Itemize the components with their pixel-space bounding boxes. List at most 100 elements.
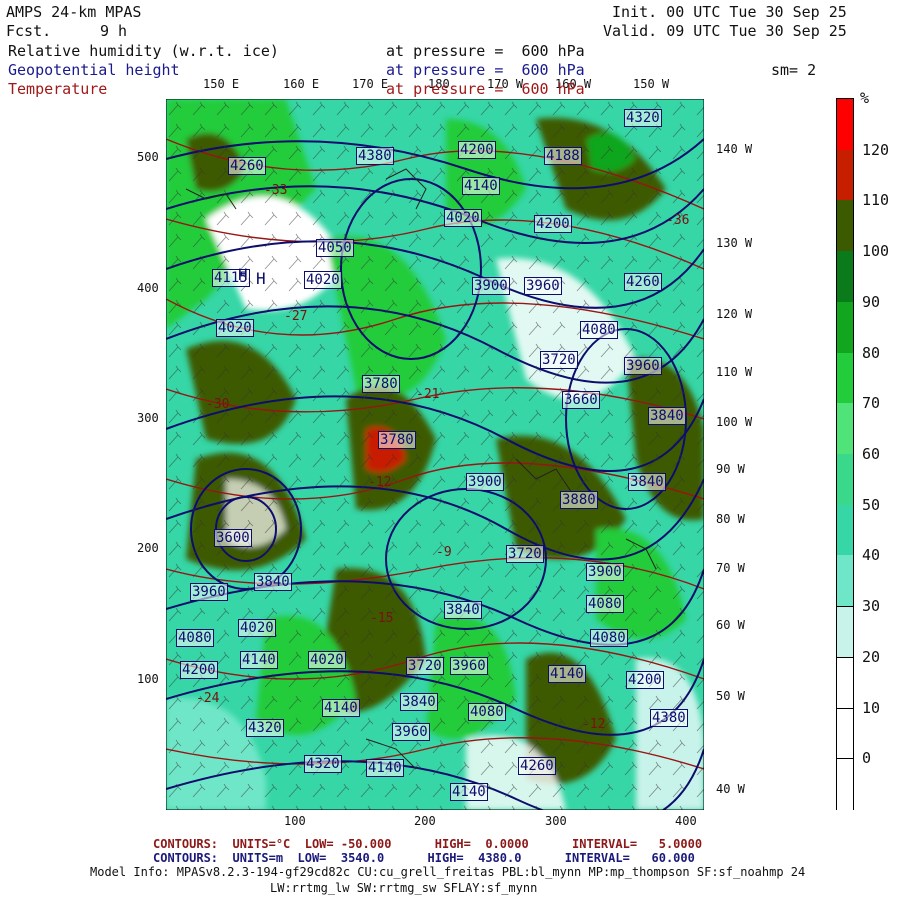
colorbar-segment xyxy=(837,606,853,659)
height-label: 4140 xyxy=(240,651,278,669)
lon-label-top: 150 E xyxy=(203,77,240,91)
high-pressure-marker: H xyxy=(238,265,248,284)
colorbar-segment xyxy=(837,301,853,354)
height-label: 4200 xyxy=(534,215,572,233)
field-temp-level: at pressure = 600 hPa xyxy=(386,80,585,98)
colorbar-label: 80 xyxy=(862,343,881,362)
height-label: 4050 xyxy=(316,239,354,257)
height-label: 4020 xyxy=(238,619,276,637)
height-label: 4080 xyxy=(176,629,214,647)
colorbar-label: 110 xyxy=(862,191,890,210)
height-label: 3900 xyxy=(586,563,624,581)
height-label: 3960 xyxy=(392,723,430,741)
lon-label-right: 70 W xyxy=(716,561,745,575)
height-label: 3880 xyxy=(560,491,598,509)
lon-label-right: 120 W xyxy=(716,307,753,321)
height-label: 4320 xyxy=(246,719,284,737)
x-tick-label: 400 xyxy=(675,814,697,828)
height-label: 3900 xyxy=(466,473,504,491)
height-label: 4020 xyxy=(216,319,254,337)
colorbar-label: 40 xyxy=(862,546,881,565)
height-label: 3780 xyxy=(378,431,416,449)
fcst-value: 9 h xyxy=(100,22,128,40)
height-label: 4080 xyxy=(586,595,624,613)
height-label: 4140 xyxy=(366,759,404,777)
height-contour-info: CONTOURS: UNITS=m LOW= 3540.0 HIGH= 4380… xyxy=(153,851,695,865)
colorbar-label: 60 xyxy=(862,445,881,463)
height-label: 3720 xyxy=(406,657,444,675)
height-label: 4080 xyxy=(468,703,506,721)
y-tick-label: 500 xyxy=(137,150,159,164)
lon-label-top: 170 E xyxy=(352,77,389,91)
height-label: 4140 xyxy=(462,177,500,195)
height-label: 3840 xyxy=(628,473,666,491)
colorbar-segment xyxy=(837,707,853,760)
height-label: 4320 xyxy=(624,109,662,127)
colorbar-label: 10 xyxy=(862,698,881,717)
height-label: 4260 xyxy=(624,273,662,291)
temperature-label: -21 xyxy=(416,387,440,402)
model-info-2: LW:rrtmg_lw SW:rrtmg_sw SFLAY:sf_mynn xyxy=(270,881,538,895)
height-label: 3720 xyxy=(540,351,578,369)
height-label: 4260 xyxy=(518,757,556,775)
height-label: 4020 xyxy=(304,271,342,289)
x-tick-label: 300 xyxy=(545,814,567,828)
temperature-contour-info: CONTOURS: UNITS=°C LOW= -50.000 HIGH= 0.… xyxy=(153,837,703,851)
x-tick-label: 200 xyxy=(414,814,436,828)
height-label: 3840 xyxy=(254,573,292,591)
lon-label-right: 90 W xyxy=(716,462,745,476)
lon-label-right: 130 W xyxy=(716,236,753,250)
y-tick-label: 200 xyxy=(137,541,159,555)
height-label: 4080 xyxy=(590,629,628,647)
height-label: 4200 xyxy=(180,661,218,679)
height-label: 4200 xyxy=(626,671,664,689)
init-time: Init. 00 UTC Tue 30 Sep 25 xyxy=(612,3,847,21)
colorbar-label: 70 xyxy=(862,394,881,413)
lon-label-top: 150 W xyxy=(633,77,670,91)
field-height-name: Geopotential height xyxy=(8,61,180,79)
model-title: AMPS 24-km MPAS xyxy=(6,3,142,21)
height-label: 4320 xyxy=(304,755,342,773)
height-label: 4380 xyxy=(650,709,688,727)
height-label: 3840 xyxy=(444,601,482,619)
height-label: 3960 xyxy=(450,657,488,675)
temperature-label: -33 xyxy=(264,183,288,198)
high-pressure-marker: H xyxy=(256,269,266,288)
colorbar-label: 20 xyxy=(862,647,881,666)
lon-label-right: 80 W xyxy=(716,512,745,526)
height-label: 4140 xyxy=(322,699,360,717)
lon-label-right: 100 W xyxy=(716,415,753,429)
y-tick-label: 100 xyxy=(137,672,159,686)
colorbar-unit: % xyxy=(860,89,870,107)
height-label: 3840 xyxy=(400,693,438,711)
colorbar-segment xyxy=(837,758,853,811)
colorbar-label: 120 xyxy=(862,140,890,159)
colorbar-segment xyxy=(837,555,853,607)
colorbar-label: 0 xyxy=(862,749,872,768)
colorbar-segment xyxy=(837,251,853,303)
height-label: 3960 xyxy=(190,583,228,601)
height-label: 4380 xyxy=(356,147,394,165)
colorbar-segment xyxy=(837,200,853,252)
weather-map: 4260 4380 4200 4140 4200 4188 4320 4260 … xyxy=(166,99,704,810)
field-temp-name: Temperature xyxy=(8,80,108,98)
y-tick-label: 400 xyxy=(137,281,159,295)
height-label: 4140 xyxy=(450,783,488,801)
lon-label-top: 160 E xyxy=(283,77,320,91)
temperature-label: -36 xyxy=(666,213,690,228)
colorbar-segment xyxy=(837,403,853,455)
colorbar xyxy=(836,98,854,811)
height-label: 3900 xyxy=(472,277,510,295)
field-rh-level: at pressure = 600 hPa xyxy=(386,42,585,60)
lon-label-right: 50 W xyxy=(716,689,745,703)
temperature-label: -27 xyxy=(284,309,308,324)
height-label: 4200 xyxy=(458,141,496,159)
lon-label-right: 140 W xyxy=(716,142,753,156)
height-label: 4020 xyxy=(444,209,482,227)
colorbar-segment xyxy=(837,656,853,710)
colorbar-segment xyxy=(837,99,853,151)
height-label: 4140 xyxy=(548,665,586,683)
height-label: 4260 xyxy=(228,157,266,175)
lon-label-right: 40 W xyxy=(716,782,745,796)
height-label: 3960 xyxy=(624,357,662,375)
